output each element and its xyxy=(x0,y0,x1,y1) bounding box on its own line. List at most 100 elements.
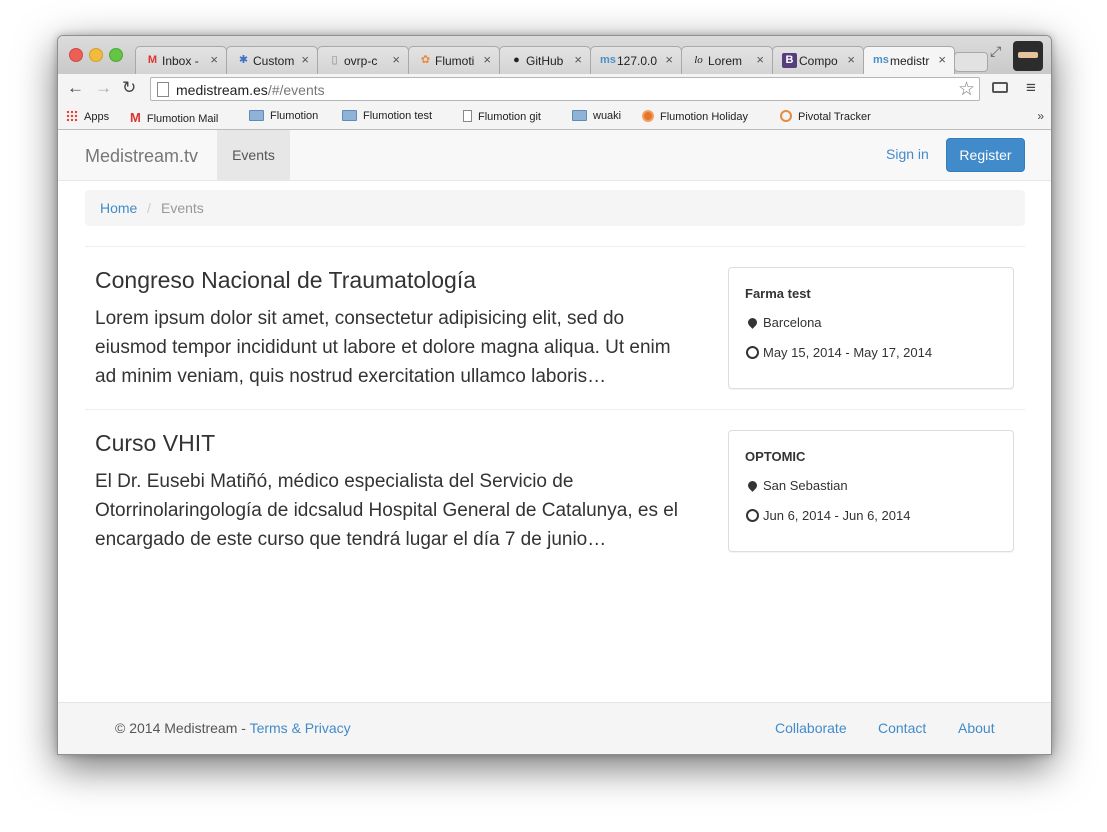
bookmark-apps[interactable]: Apps xyxy=(66,110,109,123)
divider xyxy=(85,409,1025,410)
bookmark-flumotion-test[interactable]: Flumotion test xyxy=(342,110,432,122)
clock-icon xyxy=(745,346,759,359)
close-tab-icon[interactable]: × xyxy=(301,52,309,67)
footer-link-collaborate[interactable]: Collaborate xyxy=(775,720,847,736)
folder-icon xyxy=(572,110,587,121)
bookmark-flumotion-mail[interactable]: M Flumotion Mail xyxy=(130,110,218,125)
minimize-window-button[interactable] xyxy=(89,48,103,62)
event-title[interactable]: Curso VHIT xyxy=(95,430,215,457)
browser-tab[interactable]: ms 127.0.0 × xyxy=(590,46,682,74)
tab-label: medistr xyxy=(890,54,930,68)
back-arrow-icon[interactable]: ← xyxy=(67,78,84,98)
breadcrumb-current: Events xyxy=(161,200,204,216)
cast-icon[interactable] xyxy=(992,82,1008,93)
event-description: El Dr. Eusebi Matiñó, médico especialist… xyxy=(95,471,679,550)
signin-link[interactable]: Sign in xyxy=(886,146,929,162)
browser-tab[interactable]: M Inbox - × xyxy=(135,46,227,74)
terms-privacy-link[interactable]: Terms & Privacy xyxy=(250,720,351,736)
folder-icon xyxy=(249,110,264,121)
browser-tab[interactable]: ✱ Custom × xyxy=(226,46,318,74)
apps-icon xyxy=(66,110,78,122)
page-icon: ▯ xyxy=(331,54,338,66)
breadcrumb-separator: / xyxy=(147,200,151,216)
breadcrumb-home-link[interactable]: Home xyxy=(100,190,137,226)
tab-label: ovrp-c xyxy=(344,54,378,68)
event-dates: Jun 6, 2014 - Jun 6, 2014 xyxy=(745,508,910,523)
browser-window: M Inbox - × ✱ Custom × ▯ ovrp-c × ✿ Flum… xyxy=(57,35,1052,755)
event-organizer: Farma test xyxy=(745,286,811,301)
bookmark-flumotion-git[interactable]: Flumotion git xyxy=(463,110,541,123)
footer-copyright: © 2014 Medistream - Terms & Privacy xyxy=(115,720,351,736)
tab-strip: M Inbox - × ✱ Custom × ▯ ovrp-c × ✿ Flum… xyxy=(58,36,1051,74)
medistream-icon: ms xyxy=(873,54,889,66)
site-navbar: Medistream.tv Events Sign in Register xyxy=(58,130,1051,181)
register-button[interactable]: Register xyxy=(946,138,1025,172)
breadcrumb: Home / Events xyxy=(85,190,1025,226)
map-marker-icon xyxy=(745,316,759,329)
browser-tab[interactable]: ▯ ovrp-c × xyxy=(317,46,409,74)
gmail-icon: M xyxy=(147,54,158,66)
url-text: medistream.es/#/events xyxy=(176,82,325,98)
event-description: Lorem ipsum dolor sit amet, consectetur … xyxy=(95,308,671,387)
close-tab-icon[interactable]: × xyxy=(574,52,582,67)
lorem-icon: lo xyxy=(694,54,703,66)
page-icon xyxy=(463,110,472,122)
browser-tab[interactable]: ✿ Flumoti × xyxy=(408,46,500,74)
reload-icon[interactable]: ↻ xyxy=(122,78,136,98)
footer-link-about[interactable]: About xyxy=(958,720,995,736)
pivotal-icon xyxy=(780,110,792,122)
bookmarks-overflow-chevron[interactable]: » xyxy=(1037,109,1044,123)
event-organizer: OPTOMIC xyxy=(745,449,806,464)
divider xyxy=(85,246,1025,247)
bookmark-flumotion[interactable]: Flumotion xyxy=(249,110,318,122)
fullscreen-icon[interactable]: ⤢ xyxy=(990,43,1001,60)
brand-link[interactable]: Medistream.tv xyxy=(85,146,198,167)
close-tab-icon[interactable]: × xyxy=(847,52,855,67)
site-footer: © 2014 Medistream - Terms & Privacy Coll… xyxy=(58,702,1051,754)
browser-tab-active[interactable]: ms medistr × xyxy=(863,46,955,74)
bookmark-star-icon[interactable]: ☆ xyxy=(958,78,975,101)
event-info-card: OPTOMIC San Sebastian Jun 6, 2014 - Jun … xyxy=(728,430,1014,552)
tab-label: GitHub xyxy=(526,54,564,68)
folder-icon xyxy=(342,110,357,121)
map-marker-icon xyxy=(745,479,759,492)
menu-icon[interactable]: ≡ xyxy=(1026,78,1036,98)
tab-label: 127.0.0 xyxy=(617,54,658,68)
medistream-icon: ms xyxy=(600,54,616,66)
close-tab-icon[interactable]: × xyxy=(210,52,218,67)
bookmarks-bar: Apps M Flumotion Mail Flumotion Flumotion… xyxy=(58,105,1051,130)
nav-item-events[interactable]: Events xyxy=(217,130,290,180)
clock-icon xyxy=(745,509,759,522)
forward-arrow-icon[interactable]: → xyxy=(95,78,112,98)
flumotion-icon: ✿ xyxy=(420,54,431,66)
close-tab-icon[interactable]: × xyxy=(392,52,400,67)
profile-avatar[interactable] xyxy=(1013,41,1043,71)
maximize-window-button[interactable] xyxy=(109,48,123,62)
paw-icon: ✱ xyxy=(238,54,249,66)
page-content: Medistream.tv Events Sign in Register Ho… xyxy=(58,130,1051,754)
browser-tab[interactable]: B Compo × xyxy=(772,46,864,74)
close-tab-icon[interactable]: × xyxy=(665,52,673,67)
close-tab-icon[interactable]: × xyxy=(756,52,764,67)
footer-link-contact[interactable]: Contact xyxy=(878,720,926,736)
bootstrap-icon: B xyxy=(782,53,797,68)
browser-tab[interactable]: ● GitHub × xyxy=(499,46,591,74)
event-title[interactable]: Congreso Nacional de Traumatología xyxy=(95,267,476,294)
browser-tab[interactable]: lo Lorem × xyxy=(681,46,773,74)
browser-toolbar: ← → ↻ medistream.es/#/events ☆ ≡ xyxy=(58,74,1051,105)
new-tab-button[interactable] xyxy=(954,52,988,72)
address-bar[interactable]: medistream.es/#/events ☆ xyxy=(150,77,980,101)
page-icon xyxy=(157,82,169,97)
bookmark-pivotal-tracker[interactable]: Pivotal Tracker xyxy=(780,110,871,123)
event-location: Barcelona xyxy=(745,315,822,330)
event-info-card: Farma test Barcelona May 15, 2014 - May … xyxy=(728,267,1014,389)
event-dates: May 15, 2014 - May 17, 2014 xyxy=(745,345,932,360)
bookmark-wuaki[interactable]: wuaki xyxy=(572,110,621,122)
close-window-button[interactable] xyxy=(69,48,83,62)
close-tab-icon[interactable]: × xyxy=(483,52,491,67)
bookmark-flumotion-holiday[interactable]: Flumotion Holiday xyxy=(642,110,748,123)
tab-label: Compo xyxy=(799,54,838,68)
tab-label: Lorem xyxy=(708,54,743,68)
close-tab-icon[interactable]: × xyxy=(938,52,946,67)
tab-label: Flumoti xyxy=(435,54,475,68)
